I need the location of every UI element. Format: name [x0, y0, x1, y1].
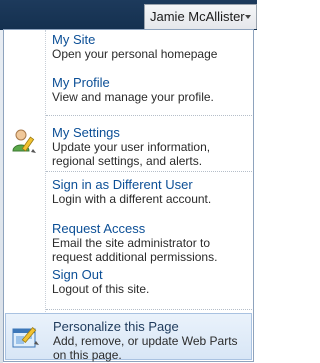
menu-separator — [46, 115, 252, 116]
menu-item-my-site[interactable]: My Site Open your personal homepage — [52, 32, 252, 61]
menu-item-content: Personalize this Page Add, remove, or up… — [53, 319, 253, 362]
menu-gutter-divider — [45, 30, 46, 330]
menu-item-title: My Settings — [52, 125, 120, 140]
menu-icon-gutter — [4, 30, 44, 361]
menu-item-sign-out[interactable]: Sign Out Logout of this site. — [52, 267, 252, 296]
user-settings-icon — [12, 129, 36, 153]
menu-item-title: Request Access — [52, 221, 146, 236]
user-name: Jamie McAllister — [150, 9, 245, 24]
menu-item-title: My Profile — [52, 75, 110, 90]
menu-item-title: Personalize this Page — [53, 319, 179, 334]
chevron-down-icon — [245, 15, 251, 19]
menu-separator — [46, 309, 252, 310]
menu-item-my-profile[interactable]: My Profile View and manage your profile. — [52, 75, 252, 104]
menu-item-description: Login with a different account. — [52, 192, 212, 206]
menu-item-title: Sign Out — [52, 267, 103, 282]
menu-item-description: View and manage your profile. — [52, 90, 214, 104]
menu-item-sign-in-different-user[interactable]: Sign in as Different User Login with a d… — [52, 177, 252, 206]
menu-item-personalize-page[interactable]: Personalize this Page Add, remove, or up… — [5, 313, 253, 362]
menu-separator — [46, 171, 252, 172]
menu-item-description: Add, remove, or update Web Parts on this… — [53, 334, 238, 362]
menu-item-request-access[interactable]: Request Access Email the site administra… — [52, 221, 252, 264]
menu-item-title: My Site — [52, 32, 96, 47]
menu-item-description: Email the site administrator to request … — [52, 236, 218, 264]
menu-item-description: Logout of this site. — [52, 282, 150, 296]
menu-item-description: Update your user information, regional s… — [52, 140, 211, 168]
personalize-page-icon — [12, 327, 39, 348]
menu-item-title: Sign in as Different User — [52, 177, 193, 192]
menu-item-description: Open your personal homepage — [52, 47, 218, 61]
menu-item-my-settings[interactable]: My Settings Update your user information… — [52, 125, 252, 168]
user-menu-button[interactable]: Jamie McAllister — [144, 4, 257, 29]
user-dropdown-menu: My Site Open your personal homepage My P… — [3, 29, 254, 362]
top-bar: Jamie McAllister — [0, 0, 257, 30]
